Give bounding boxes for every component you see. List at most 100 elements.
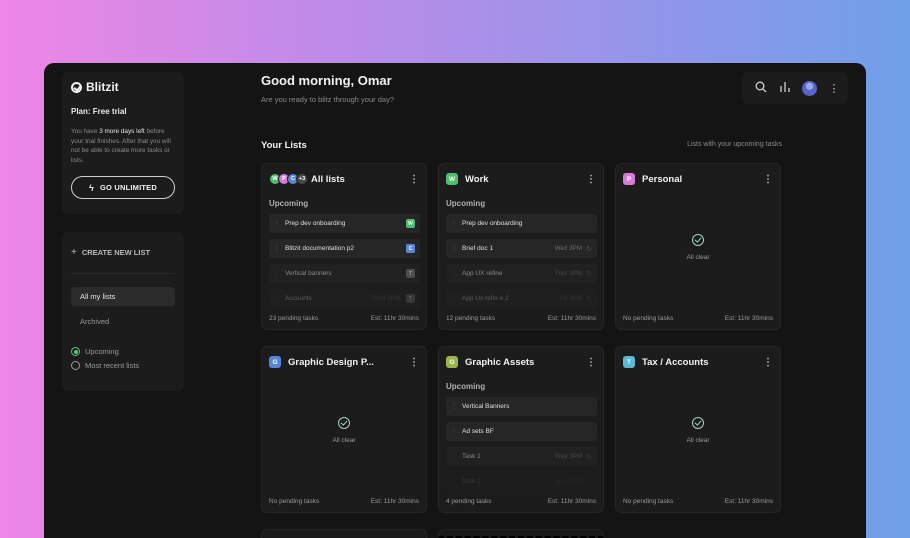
task-list: ⋮ Prep dev onboarding W ⋮ Blitzit documenta… (269, 214, 420, 314)
task-item[interactable]: ⋮ App UX refine Thur 3PM ↻ (446, 264, 597, 283)
create-new-list-button[interactable]: + CREATE NEW LIST (71, 232, 175, 274)
drag-handle-icon[interactable]: ⋮ (451, 478, 457, 485)
card-header: W P C +3 All lists ⋮ (269, 172, 419, 186)
task-item[interactable]: ⋮ Task 1 Wed 3PM ↻ (446, 472, 597, 491)
list-card-graphic-design[interactable]: G Graphic Design P... ⋮ All clear No pen… (261, 346, 427, 513)
radio-selected-icon (71, 347, 80, 356)
lists-filter-link[interactable]: Lists with your upcoming tasks (687, 141, 782, 148)
more-vertical-icon[interactable]: ⋮ (827, 82, 841, 95)
all-clear-state: All clear (262, 417, 426, 444)
card-header: T Tax / Accounts ⋮ (623, 355, 773, 369)
time-estimate: Est: 11hr 30mins (547, 498, 596, 505)
card-footer: No pending tasks Est: 11hr 30mins (623, 498, 773, 505)
task-item[interactable]: ⋮ Blitzit documentation p2 C (269, 239, 420, 258)
card-menu-icon[interactable]: ⋮ (586, 357, 596, 368)
task-item[interactable]: ⋮ Vertical banners T (269, 264, 420, 283)
task-name: Task 1 (462, 453, 481, 460)
drag-handle-icon[interactable]: ⋮ (274, 270, 280, 277)
list-badge: G (446, 356, 458, 368)
trial-text-pre: You have (71, 128, 100, 135)
drag-handle-icon[interactable]: ⋮ (274, 245, 280, 252)
pending-count: 12 pending tasks (446, 315, 496, 322)
task-item[interactable]: ⋮ Brief doc 1 Wed 3PM ↻ (446, 239, 597, 258)
card-menu-icon[interactable]: ⋮ (763, 174, 773, 185)
time-estimate: Est: 11hr 30mins (724, 315, 773, 322)
task-name: App UX refine (462, 270, 503, 277)
list-card-all-lists[interactable]: W P C +3 All lists ⋮ Upcoming ⋮ Prep dev … (261, 163, 427, 330)
card-footer: 4 pending tasks Est: 11hr 30mins (446, 498, 596, 505)
sort-upcoming-option[interactable]: Upcoming (71, 347, 175, 356)
list-card-personal[interactable]: P Personal ⋮ All clear No pending tasks … (615, 163, 781, 330)
card-title: Graphic Design P... (288, 356, 374, 368)
sort-recent-option[interactable]: Most recent lists (71, 361, 175, 370)
task-list-tag: T (406, 269, 415, 278)
task-item[interactable]: ⋮ Prep dev onboarding W (269, 214, 420, 233)
card-menu-icon[interactable]: ⋮ (763, 357, 773, 368)
task-list-tag: C (406, 244, 415, 253)
card-footer: No pending tasks Est: 11hr 30mins (269, 498, 419, 505)
repeat-icon: ↻ (586, 270, 592, 278)
drag-handle-icon[interactable]: ⋮ (451, 428, 457, 435)
card-footer: 12 pending tasks Est: 11hr 30mins (446, 315, 596, 322)
nav-archived[interactable]: Archived (71, 312, 175, 331)
check-circle-icon (338, 417, 350, 429)
repeat-icon: ↻ (586, 245, 592, 253)
search-icon[interactable] (754, 81, 768, 96)
task-name: Ad sets BF (462, 428, 494, 435)
list-card-tax-accounts[interactable]: T Tax / Accounts ⋮ All clear No pending … (615, 346, 781, 513)
task-item[interactable]: ⋮ App Ux refin e 2 Fri 3PM ↻ (446, 289, 597, 308)
stats-icon[interactable] (778, 81, 792, 96)
card-menu-icon[interactable]: ⋮ (409, 174, 419, 185)
trial-description: You have 3 more days left before your tr… (71, 127, 175, 165)
drag-handle-icon[interactable]: ⋮ (274, 295, 280, 302)
repeat-icon: ↻ (586, 453, 592, 461)
go-unlimited-button[interactable]: ϟ GO UNLIMITED (71, 176, 175, 199)
drag-handle-icon[interactable]: ⋮ (451, 270, 457, 277)
time-estimate: Est: 11hr 30mins (370, 498, 419, 505)
task-item[interactable]: ⋮ Vertical Banners (446, 397, 597, 416)
task-name: Vertical banners (285, 270, 332, 277)
user-avatar[interactable] (802, 80, 817, 96)
list-card-work[interactable]: W Work ⋮ Upcoming ⋮ Prep dev onboarding ⋮… (438, 163, 604, 330)
task-name: Accounts (285, 295, 312, 302)
new-list-card-peek (438, 529, 604, 538)
card-menu-icon[interactable]: ⋮ (586, 174, 596, 185)
pending-count: No pending tasks (269, 498, 320, 505)
task-item[interactable]: ⋮ Task 1 Wed 3PM ↻ (446, 447, 597, 466)
repeat-icon: ↻ (586, 478, 592, 486)
task-due: Wed 3PM (554, 245, 583, 252)
task-name: Vertical Banners (462, 403, 510, 410)
task-name: Brief doc 1 (462, 245, 494, 252)
task-due: Wed 3PM (554, 478, 583, 485)
card-menu-icon[interactable]: ⋮ (409, 357, 419, 368)
check-circle-icon (692, 234, 704, 246)
create-new-list-label: CREATE NEW LIST (81, 248, 151, 257)
task-item[interactable]: ⋮ Ad sets BF (446, 422, 597, 441)
all-clear-state: All clear (616, 417, 780, 444)
drag-handle-icon[interactable]: ⋮ (451, 220, 457, 227)
task-item[interactable]: ⋮ Accounts Wed 3PM T (269, 289, 420, 308)
time-estimate: Est: 11hr 30mins (370, 315, 419, 322)
task-name: Blitzit documentation p2 (285, 245, 355, 252)
check-circle-icon (692, 417, 704, 429)
drag-handle-icon[interactable]: ⋮ (451, 245, 457, 252)
drag-handle-icon[interactable]: ⋮ (451, 453, 457, 460)
trial-days: 3 more days left (99, 128, 145, 135)
lists-section-title: Your Lists (261, 140, 307, 151)
list-card-graphic-assets[interactable]: G Graphic Assets ⋮ Upcoming ⋮ Vertical Ba… (438, 346, 604, 513)
nav-all-my-lists[interactable]: All my lists (71, 287, 175, 306)
drag-handle-icon[interactable]: ⋮ (274, 220, 280, 227)
drag-handle-icon[interactable]: ⋮ (451, 295, 457, 302)
task-name: Task 1 (462, 478, 481, 485)
brand-logo[interactable]: Blitzit (71, 80, 175, 94)
time-estimate: Est: 11hr 30mins (724, 498, 773, 505)
card-title: Work (465, 173, 489, 185)
all-clear-label: All clear (686, 254, 710, 261)
repeat-icon: ↻ (586, 295, 592, 303)
sort-upcoming-label: Upcoming (85, 347, 119, 356)
upcoming-label: Upcoming (446, 382, 486, 391)
drag-handle-icon[interactable]: ⋮ (451, 403, 457, 410)
list-badge: T (623, 356, 635, 368)
task-name: App Ux refin e 2 (462, 295, 509, 302)
task-item[interactable]: ⋮ Prep dev onboarding (446, 214, 597, 233)
